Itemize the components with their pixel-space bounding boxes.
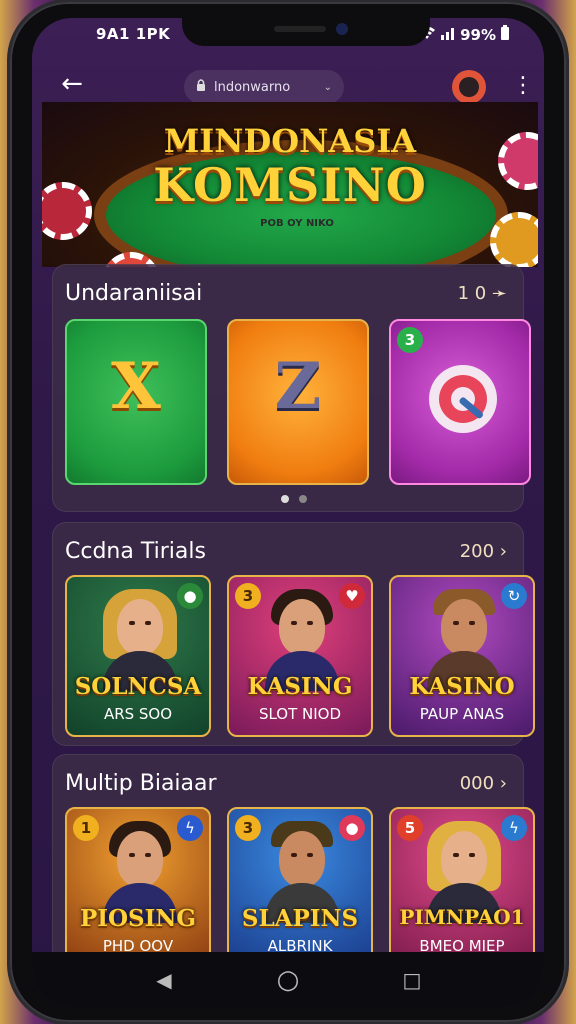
tile-badge: 3	[397, 327, 423, 353]
battery-label: 99%	[460, 26, 496, 44]
carousel-pager	[281, 495, 307, 503]
game-title: PIOSING	[79, 905, 197, 932]
section-games: Ccdna Tirials 200 › ● SOLNCSA ARS SOO 3 …	[52, 522, 535, 746]
heart-icon: ♥	[339, 583, 365, 609]
see-more-link[interactable]: 1 0 ➛	[458, 283, 507, 304]
game-subtitle: PAUP ANAS	[419, 705, 505, 723]
game-card[interactable]: 3 ● SLAPINS ALBRINK	[227, 807, 373, 969]
character-portrait	[265, 589, 339, 691]
nav-home-icon[interactable]: ○	[274, 966, 302, 994]
game-card[interactable]: 1 ϟ PIOSING PHD OOV	[65, 807, 211, 969]
character-portrait	[103, 821, 177, 923]
pager-dot[interactable]	[299, 495, 307, 503]
game-title: PIMNPAO1	[399, 905, 525, 929]
url-text: lndonwarno	[214, 79, 291, 95]
notch	[182, 18, 430, 46]
game-subtitle: ARS SOO	[103, 705, 173, 723]
status-time: 9A1 1PK	[96, 25, 171, 43]
game-title: KASING	[247, 673, 353, 700]
game-card[interactable]: 3 ♥ KASING SLOT NIOD	[227, 575, 373, 737]
tile-symbol: Z	[274, 349, 322, 424]
screen: 9A1 1PK 99% ← lndonwarno ⌄ ⋮ MINDONASIA …	[32, 18, 544, 1008]
section-multiplayer: Multip Biaiaar 000 › 1 ϟ PIOSING PHD OOV…	[52, 754, 535, 969]
profile-avatar[interactable]	[452, 70, 486, 104]
section-title: Undaraniisai	[65, 281, 203, 306]
lightning-icon: ϟ	[501, 815, 527, 841]
character-portrait	[103, 589, 177, 691]
section-title: Multip Biaiaar	[65, 771, 217, 796]
game-title: KASINO	[409, 673, 515, 700]
character-portrait	[427, 821, 501, 923]
battery-icon	[500, 25, 510, 45]
chip-icon	[490, 212, 538, 267]
game-badge: 1	[73, 815, 99, 841]
game-card[interactable]: ↻ KASINO PAUP ANAS	[389, 575, 535, 737]
banner-title-line1: MINDONASIA	[163, 122, 417, 160]
section-title: Ccdna Tirials	[65, 539, 206, 564]
game-title: SOLNCSA	[74, 673, 202, 700]
section-featured: Undaraniisai 1 0 ➛ X Z 3	[52, 264, 531, 512]
game-badge: 5	[397, 815, 423, 841]
hero-banner[interactable]: MINDONASIA KOMSINO POB OY NIKO	[42, 102, 538, 267]
signal-icon	[440, 26, 456, 44]
front-camera	[336, 23, 348, 35]
featured-tile[interactable]: 3	[389, 319, 531, 485]
speaker	[274, 26, 326, 32]
tile-symbol: X	[111, 349, 161, 424]
pager-dot[interactable]	[281, 495, 289, 503]
chevron-down-icon[interactable]: ⌄	[324, 82, 332, 93]
banner-subtitle: POB OY NIKO	[260, 218, 334, 229]
banner-title-line2: KOMSINO	[153, 158, 427, 212]
chip-icon: ●	[339, 815, 365, 841]
lightning-icon: ϟ	[177, 815, 203, 841]
back-arrow-icon[interactable]: ←	[56, 68, 88, 100]
game-card[interactable]: 5 ϟ PIMNPAO1 BMEO MIEP	[389, 807, 535, 969]
url-bar[interactable]: lndonwarno ⌄	[184, 70, 344, 104]
system-nav-bar: ◀ ○ □	[32, 952, 544, 1008]
avatar-icon	[459, 77, 479, 97]
see-more-link[interactable]: 200 ›	[460, 541, 507, 562]
nav-back-icon[interactable]: ◀	[150, 966, 178, 994]
chip-icon: ●	[177, 583, 203, 609]
character-portrait	[265, 821, 339, 923]
featured-tile[interactable]: Z	[227, 319, 369, 485]
phone-frame: 9A1 1PK 99% ← lndonwarno ⌄ ⋮ MINDONASIA …	[10, 2, 566, 1022]
character-portrait	[427, 589, 501, 691]
game-badge: 3	[235, 815, 261, 841]
game-title: SLAPINS	[241, 905, 359, 932]
game-card[interactable]: ● SOLNCSA ARS SOO	[65, 575, 211, 737]
target-icon	[425, 361, 501, 441]
featured-tile[interactable]: X	[65, 319, 207, 485]
nav-recents-icon[interactable]: □	[398, 966, 426, 994]
more-menu-icon[interactable]: ⋮	[512, 72, 534, 100]
game-subtitle: SLOT NIOD	[258, 705, 342, 723]
game-badge: 3	[235, 583, 261, 609]
see-more-link[interactable]: 000 ›	[460, 773, 507, 794]
refresh-icon: ↻	[501, 583, 527, 609]
lock-icon	[196, 78, 206, 96]
